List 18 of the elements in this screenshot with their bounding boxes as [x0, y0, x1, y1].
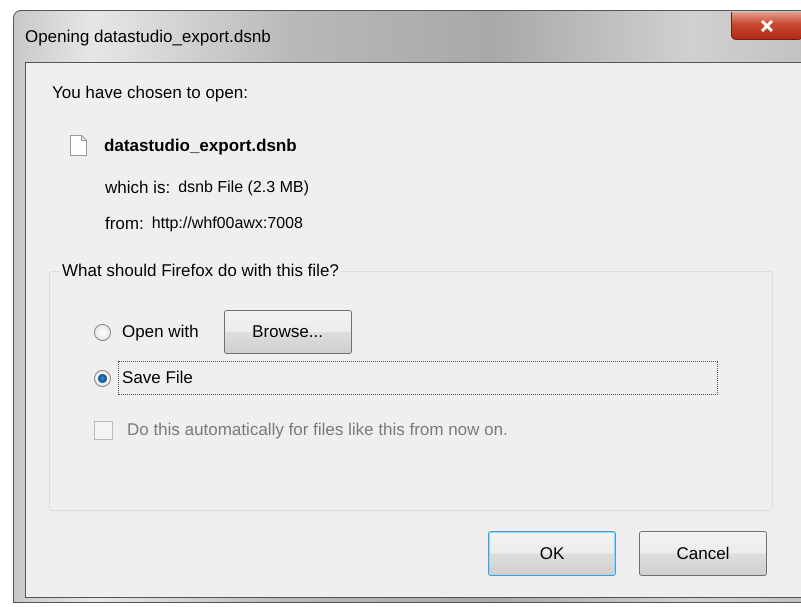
group-legend: What should Firefox do with this file? — [60, 261, 341, 281]
detail-value: http://whf00awx:7008 — [152, 214, 303, 234]
close-icon — [760, 20, 774, 32]
option-label[interactable]: Save File — [118, 361, 718, 395]
window-title: Opening datastudio_export.dsnb — [25, 27, 271, 47]
detail-value: dsnb File (2.3 MB) — [178, 178, 309, 198]
dialog-button[interactable]: OK — [488, 531, 616, 576]
option-label[interactable]: Open with — [118, 315, 203, 349]
detail-label: from: — [105, 214, 144, 234]
file-icon — [70, 135, 87, 156]
intro-text: You have chosen to open: — [52, 83, 249, 104]
close-button[interactable] — [731, 12, 801, 40]
radio-button[interactable] — [94, 324, 111, 340]
dialog-button[interactable]: Cancel — [639, 531, 767, 576]
radio-button[interactable] — [94, 370, 111, 386]
detail-label: which is: — [105, 178, 170, 198]
file-name: datastudio_export.dsnb — [104, 136, 297, 156]
browse-button[interactable]: Browse... — [224, 310, 352, 354]
